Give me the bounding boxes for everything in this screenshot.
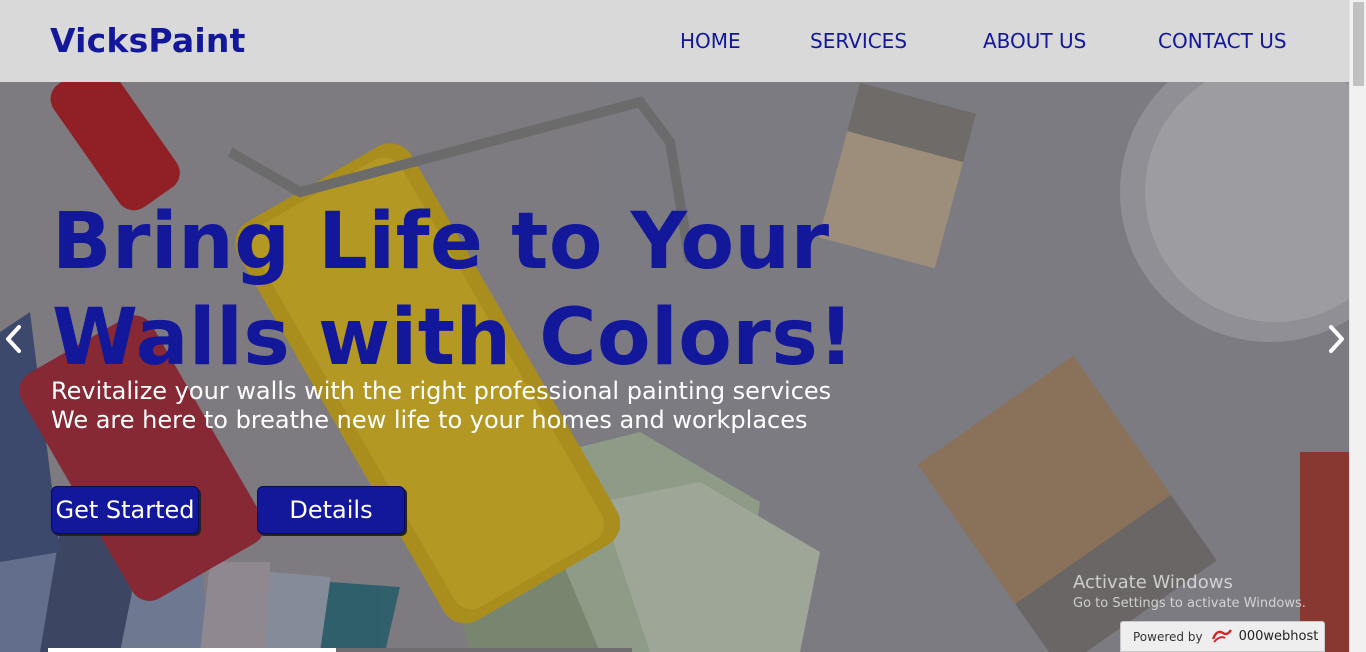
page-scrollbar[interactable] bbox=[1349, 0, 1366, 652]
carousel-indicators bbox=[0, 648, 1349, 652]
chevron-left-icon[interactable] bbox=[2, 322, 26, 356]
scrollbar-thumb[interactable] bbox=[1353, 2, 1364, 86]
activate-windows-watermark: Activate Windows Go to Settings to activ… bbox=[1073, 572, 1306, 611]
nav-about-us[interactable]: ABOUT US bbox=[983, 29, 1086, 53]
get-started-button[interactable]: Get Started bbox=[51, 486, 199, 534]
activate-windows-subtitle: Go to Settings to activate Windows. bbox=[1073, 596, 1306, 611]
webhost-name: 000webhost bbox=[1238, 629, 1319, 644]
hero-title-line-2: Walls with Colors! bbox=[52, 293, 855, 383]
hero-carousel: Bring Life to Your Walls with Colors! Re… bbox=[0, 82, 1349, 652]
hero-subtitle-line-2: We are here to breathe new life to your … bbox=[51, 406, 808, 434]
brand-logo[interactable]: VicksPaint bbox=[50, 21, 246, 60]
chevron-right-icon[interactable] bbox=[1324, 322, 1348, 356]
activate-windows-title: Activate Windows bbox=[1073, 572, 1233, 593]
hero-title: Bring Life to Your Walls with Colors! bbox=[52, 194, 952, 386]
nav-services[interactable]: SERVICES bbox=[810, 29, 907, 53]
webhost-logo-icon bbox=[1211, 627, 1233, 646]
powered-by-label: Powered by bbox=[1133, 629, 1203, 644]
nav-home[interactable]: HOME bbox=[680, 29, 741, 53]
details-button[interactable]: Details bbox=[257, 486, 405, 534]
carousel-indicator-active[interactable] bbox=[48, 648, 336, 652]
navbar: VicksPaint HOME SERVICES ABOUT US CONTAC… bbox=[0, 0, 1349, 82]
hero-title-line-1: Bring Life to Your bbox=[52, 197, 830, 287]
carousel-indicator[interactable] bbox=[336, 648, 632, 652]
nav-contact-us[interactable]: CONTACT US bbox=[1158, 29, 1287, 53]
hero-subtitle-line-1: Revitalize your walls with the right pro… bbox=[51, 377, 832, 405]
